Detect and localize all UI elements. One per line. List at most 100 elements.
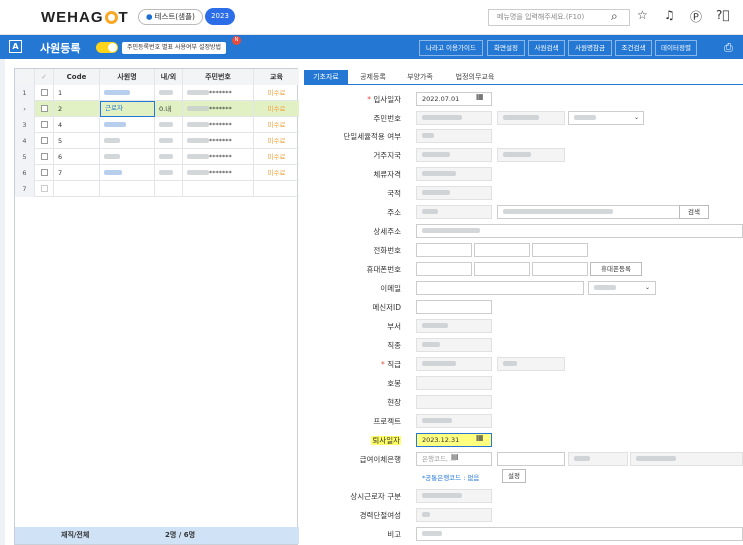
row-rrn: *******	[183, 133, 254, 149]
address-input[interactable]	[497, 205, 705, 219]
label-career-break: 경력단절여성	[359, 511, 401, 520]
account-holder-input[interactable]	[630, 452, 743, 466]
address-search-button[interactable]: 검색	[679, 205, 709, 219]
search-icon[interactable]: ⌕	[611, 9, 618, 24]
row-nw[interactable]	[155, 181, 183, 197]
residence-code[interactable]	[416, 148, 492, 162]
row-checkbox[interactable]	[35, 85, 54, 101]
col-nw[interactable]: 내/외	[155, 69, 183, 85]
row-checkbox[interactable]	[35, 133, 54, 149]
regular-type-select[interactable]	[416, 489, 492, 503]
row-checkbox[interactable]	[35, 165, 54, 181]
row-checkbox[interactable]	[35, 149, 54, 165]
tab-family[interactable]: 부양가족	[398, 70, 442, 85]
mobile-part2[interactable]	[474, 262, 530, 276]
table-row[interactable]: 4 5 ******* 미수료	[15, 133, 299, 149]
table-row-empty[interactable]: 7	[15, 181, 299, 197]
year-badge[interactable]: 2023	[205, 8, 235, 25]
job-type-input[interactable]	[416, 338, 492, 352]
row-edu[interactable]	[254, 181, 299, 197]
p-icon[interactable]: Ⓟ	[690, 8, 702, 25]
col-edu[interactable]: 교육	[254, 69, 299, 85]
nationality-input[interactable]	[416, 186, 492, 200]
col-name[interactable]: 사원명	[100, 69, 155, 85]
single-tax-select[interactable]	[416, 129, 492, 143]
phone-part2[interactable]	[474, 243, 530, 257]
common-bank-code-link[interactable]: *공통은행코드 : 없음	[422, 472, 479, 482]
row-number: 1	[15, 85, 35, 101]
position-input[interactable]	[416, 357, 492, 371]
label-messenger: 메신저ID	[372, 303, 401, 312]
residence-name[interactable]	[497, 148, 565, 162]
zip-input[interactable]	[416, 205, 492, 219]
employee-name-button[interactable]: 사원명참금	[568, 40, 612, 56]
position-name[interactable]	[497, 357, 565, 371]
rrn-type-select[interactable]	[416, 111, 492, 125]
label-site: 현장	[387, 398, 401, 407]
tab-deduction[interactable]: 공제등록	[351, 70, 395, 85]
calendar-icon[interactable]: ▦	[476, 433, 484, 442]
table-row[interactable]: 5 6 ******* 미수료	[15, 149, 299, 165]
tab-training[interactable]: 법정의무교육	[445, 70, 505, 85]
stay-status-input[interactable]	[416, 167, 492, 181]
phone-part1[interactable]	[416, 243, 472, 257]
phone-part3[interactable]	[532, 243, 588, 257]
row-checkbox[interactable]	[35, 117, 54, 133]
label-hire-date: * 입사일자	[367, 95, 401, 104]
col-code[interactable]: Code	[54, 69, 100, 85]
print-icon[interactable]: ⎙	[724, 41, 733, 55]
row-edu: 미수료	[267, 169, 286, 177]
mobile-part1[interactable]	[416, 262, 472, 276]
messenger-input[interactable]	[416, 300, 492, 314]
rrn-input[interactable]	[497, 111, 565, 125]
rrn-mask-toggle[interactable]	[96, 42, 118, 53]
wehago-logo[interactable]: WEHAG T	[41, 9, 129, 26]
chevron-down-icon[interactable]: ⌄	[634, 114, 639, 121]
screen-settings-button[interactable]: 화면설정	[487, 40, 525, 56]
row-name[interactable]	[100, 181, 155, 197]
project-input[interactable]	[416, 414, 492, 428]
bank-settings-button[interactable]: 설정	[502, 469, 526, 483]
account-input[interactable]	[568, 452, 628, 466]
row-rrn[interactable]	[183, 181, 254, 197]
chevron-down-icon[interactable]: ⌄	[645, 284, 650, 291]
mobile-register-button[interactable]: 휴대폰등록	[590, 262, 642, 276]
calendar-icon[interactable]: ▦	[476, 92, 484, 101]
star-icon[interactable]: ☆	[637, 8, 648, 22]
col-check[interactable]: ✓	[35, 69, 54, 85]
department-input[interactable]	[416, 319, 492, 333]
condition-search-button[interactable]: 조건검색	[615, 40, 652, 56]
bank-lookup-icon[interactable]: ▤	[451, 452, 459, 461]
row-name[interactable]: 근로자	[100, 101, 155, 117]
row-checkbox[interactable]	[35, 181, 54, 197]
guide-button[interactable]: 나라고 이용가이드	[419, 40, 483, 56]
global-search-input[interactable]: 메뉴명을 입력해주세요.(F10)	[488, 9, 630, 26]
grade-input[interactable]	[416, 376, 492, 390]
address-detail-input[interactable]	[416, 224, 743, 238]
remarks-input[interactable]	[416, 527, 743, 541]
row-name	[100, 117, 155, 133]
mobile-part3[interactable]	[532, 262, 588, 276]
basic-info-form: * 입사일자 2022.07.01 ▦ 주민번호 ⌄ 단일세율적용 여부 거주지…	[304, 86, 743, 545]
row-code[interactable]	[54, 181, 100, 197]
email-id-input[interactable]	[416, 281, 584, 295]
gender-select[interactable]	[568, 111, 644, 125]
table-row[interactable]: 6 7 ******* 미수료	[15, 165, 299, 181]
employee-search-button[interactable]: 사원검색	[528, 40, 565, 56]
bell-icon[interactable]: ♫	[664, 8, 675, 22]
data-sort-button[interactable]: 데이터정렬	[655, 40, 697, 56]
career-break-select[interactable]	[416, 508, 492, 522]
col-rrn[interactable]: 주민번호	[183, 69, 254, 85]
table-row[interactable]: 3 4 ******* 미수료	[15, 117, 299, 133]
table-row[interactable]: 1 1 ******* 미수료	[15, 85, 299, 101]
rrn-tooltip[interactable]: 주민등록번호 별표 사용여부 설정방법	[122, 42, 227, 54]
help-icon[interactable]: ?⃝	[716, 8, 730, 22]
label-email: 이메일	[380, 284, 401, 293]
label-department: 부서	[387, 322, 401, 331]
site-input[interactable]	[416, 395, 492, 409]
bank-name-input[interactable]	[497, 452, 565, 466]
table-row-selected[interactable]: › 2 근로자 0.내 ******* 미수료	[15, 101, 299, 117]
tab-basic[interactable]: 기초자료	[304, 70, 348, 85]
row-checkbox[interactable]	[35, 101, 54, 117]
company-selector[interactable]: ● 테스트(샘플)	[138, 9, 203, 25]
